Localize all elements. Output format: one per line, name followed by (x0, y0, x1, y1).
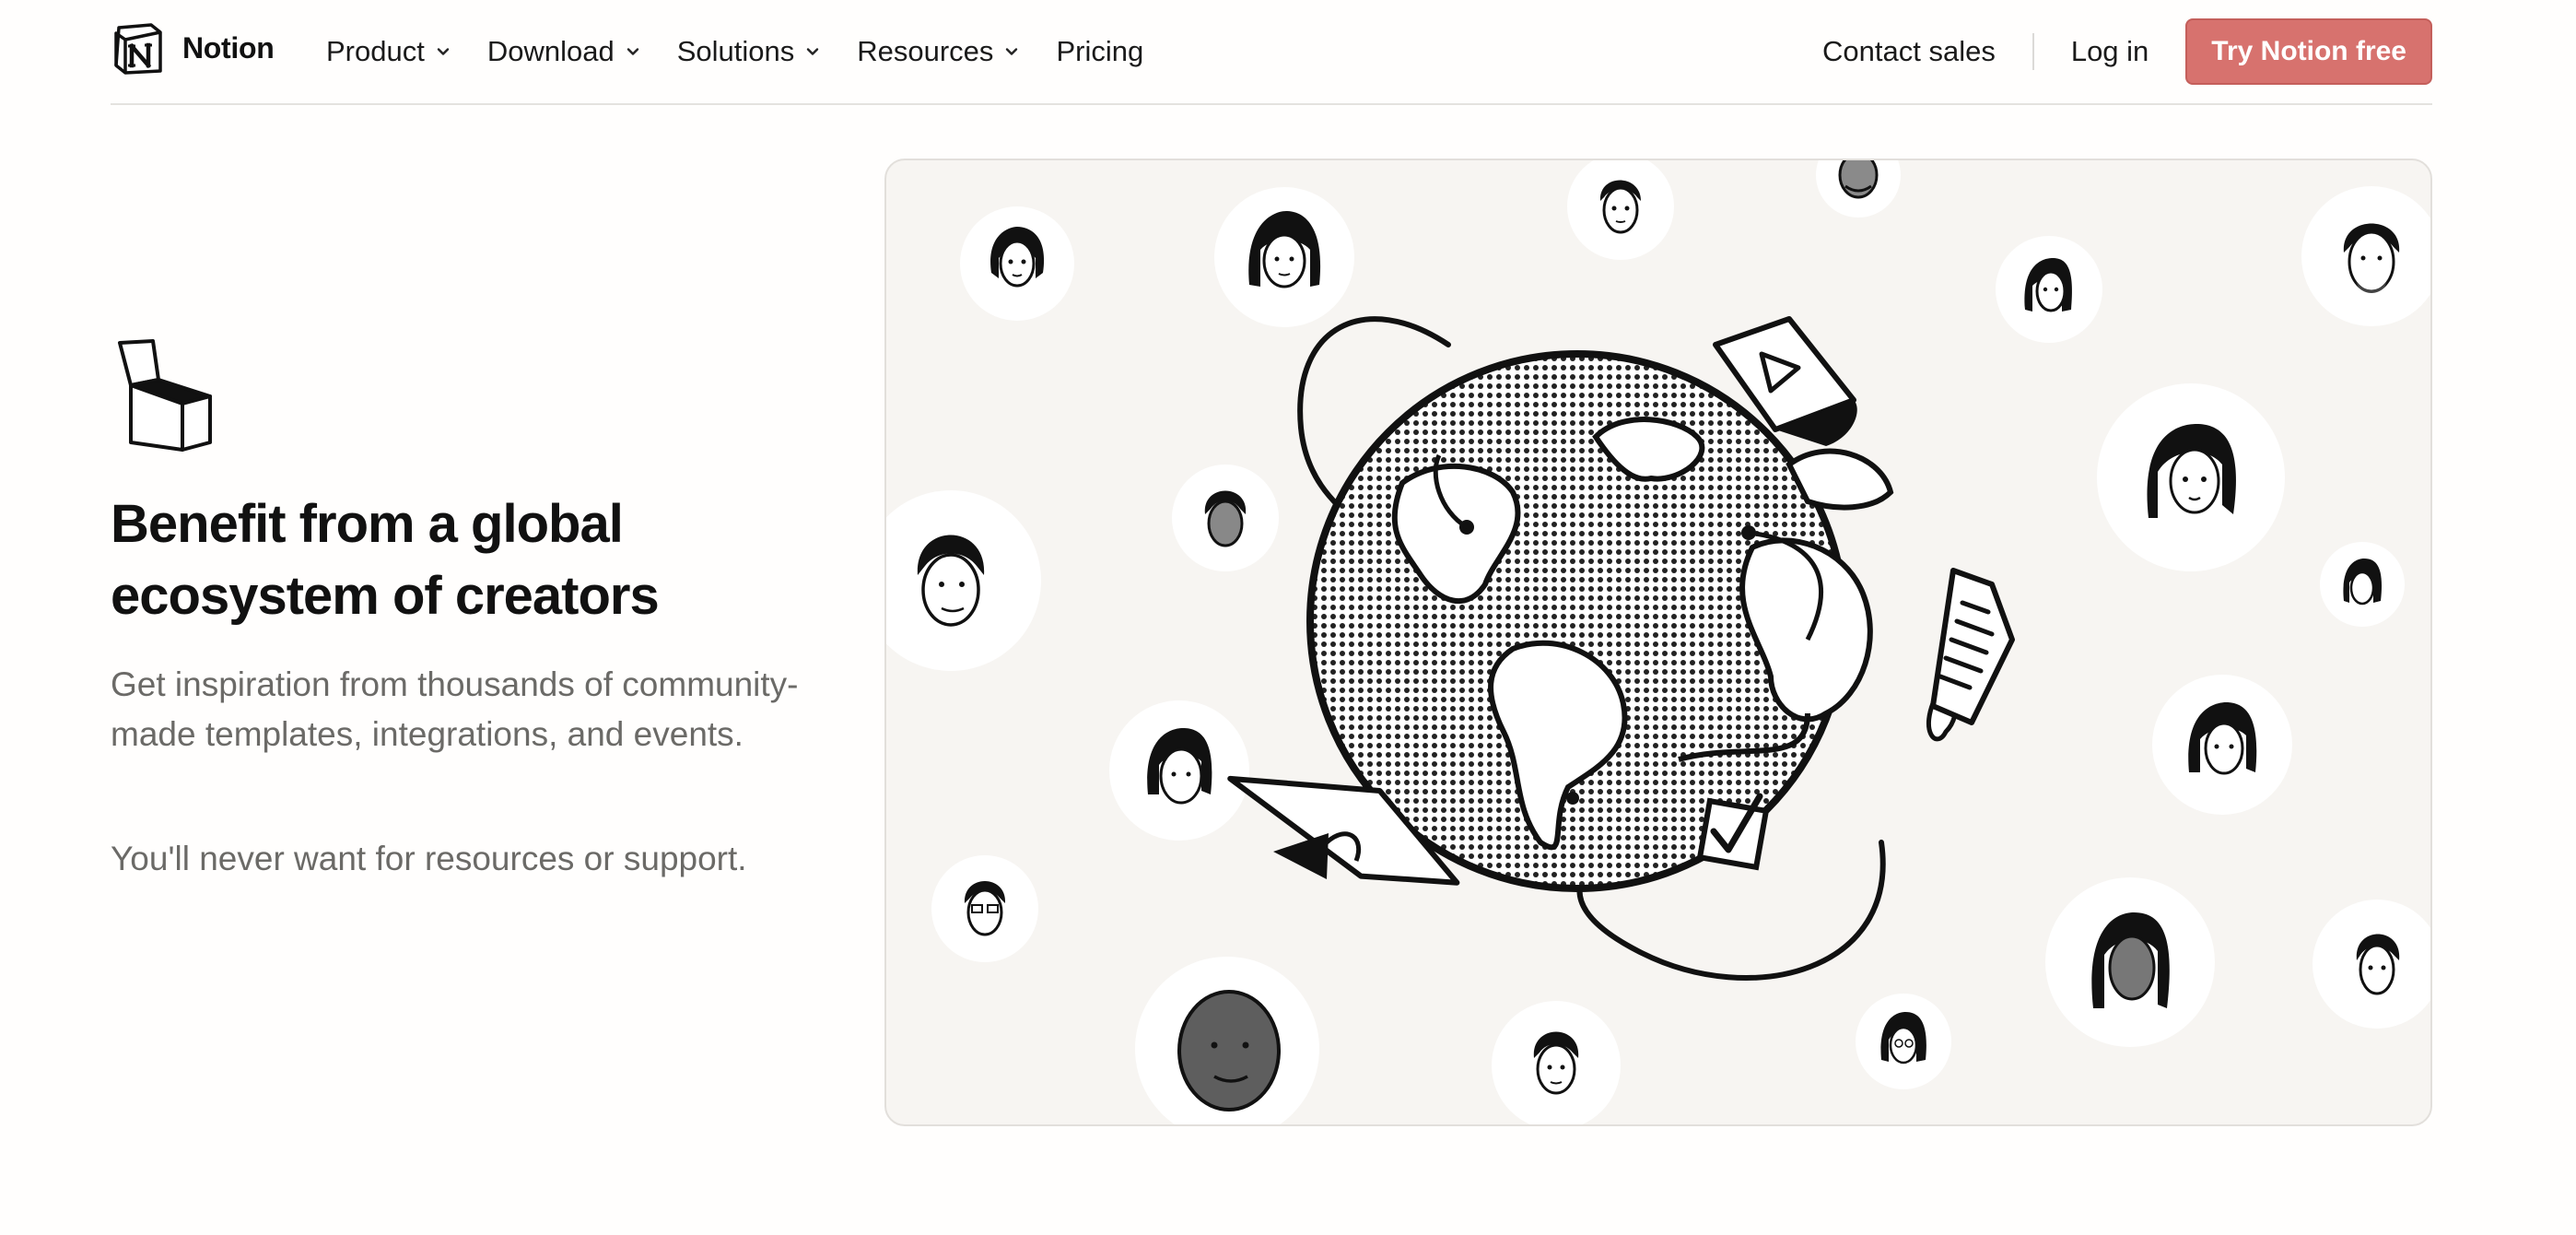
nav-download-label: Download (486, 35, 615, 67)
header-actions: Contact sales Log in Try Notion free (1822, 18, 2432, 85)
nav-download[interactable]: Download (487, 35, 642, 68)
chevron-down-icon (624, 42, 642, 61)
contact-sales-link[interactable]: Contact sales (1822, 35, 1996, 68)
nav-product[interactable]: Product (326, 35, 452, 68)
notion-home-link[interactable]: Notion (111, 20, 275, 76)
nav-pricing-label: Pricing (1056, 35, 1144, 67)
chevron-down-icon (1002, 42, 1021, 61)
notion-logo-icon (111, 20, 166, 76)
page: Notion Product Download Solutions Resour… (0, 0, 2576, 1235)
nav-solutions-label: Solutions (676, 35, 795, 67)
nav-solutions[interactable]: Solutions (677, 35, 823, 68)
open-box-icon (111, 339, 217, 453)
top-navigation: Notion Product Download Solutions Resour… (111, 0, 2432, 105)
section-support-text: You'll never want for resources or suppo… (111, 840, 747, 877)
nav-pricing[interactable]: Pricing (1056, 35, 1143, 68)
header-divider (2032, 33, 2034, 70)
section-headline: Benefit from a global ecosystem of creat… (111, 494, 660, 626)
chevron-down-icon (803, 42, 822, 61)
nav-resources[interactable]: Resources (857, 35, 1021, 68)
nav-product-label: Product (326, 35, 425, 67)
chevron-down-icon (434, 42, 452, 61)
log-in-link[interactable]: Log in (2071, 35, 2149, 68)
section-description: Get inspiration from thousands of commun… (111, 665, 799, 753)
try-notion-free-button[interactable]: Try Notion free (2185, 18, 2432, 85)
globe-illustration (1227, 316, 2015, 981)
globe-with-community-avatars-illustration (884, 159, 2432, 1126)
brand-name: Notion (182, 30, 275, 65)
main-nav: Product Download Solutions Resources Pri… (326, 24, 1178, 79)
nav-resources-label: Resources (857, 35, 994, 67)
